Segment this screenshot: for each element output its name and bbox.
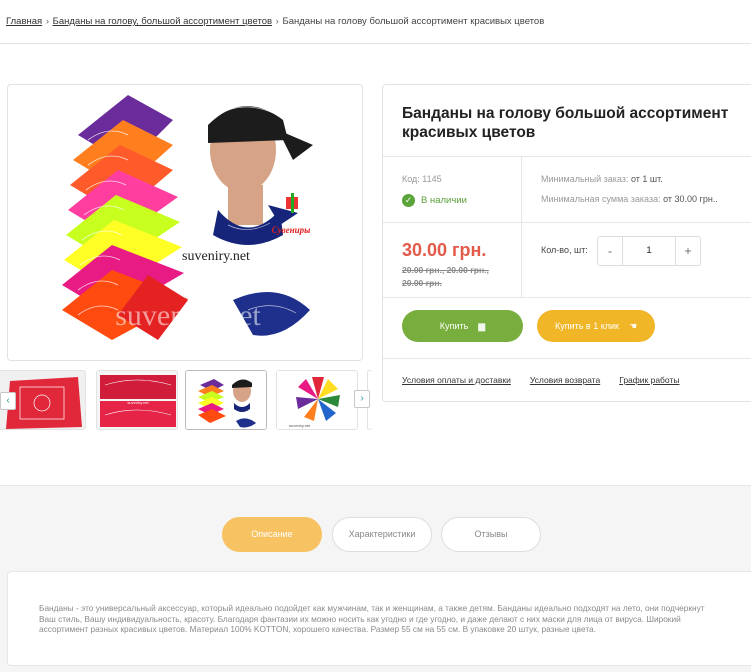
breadcrumb: Главная › Банданы на голову, большой асс…: [6, 16, 544, 27]
quantity-decrease-button[interactable]: -: [598, 237, 622, 265]
svg-text:suveniry.net: suveniry.net: [289, 423, 311, 428]
quantity-label: Кол-во, шт:: [541, 245, 588, 255]
tab-reviews[interactable]: Отзывы: [441, 517, 541, 552]
divider: [383, 156, 751, 157]
description-text: Банданы - это универсальный аксессуар, к…: [39, 603, 705, 634]
breadcrumb-current: Банданы на голову большой ассортимент кр…: [282, 16, 545, 27]
min-order: Минимальный заказ: от 1 шт.: [541, 174, 663, 184]
thumbnail-strip: suveniry.net suveniry.net ‹ ›: [0, 368, 372, 434]
min-sum-value: от 30.00 грн..: [663, 194, 718, 204]
gallery-prev-button[interactable]: ‹: [0, 392, 16, 410]
returns-link[interactable]: Условия возврата: [530, 375, 600, 385]
description-panel: Банданы - это универсальный аксессуар, к…: [7, 571, 751, 666]
buy-button-label: Купить: [439, 321, 469, 331]
product-price: 30.00 грн.: [402, 240, 487, 260]
old-prices: 20.00 грн., 20.00 грн., 20.00 грн.: [402, 265, 489, 288]
product-main-photo[interactable]: Сувениры suveniry.net suveniry.net: [48, 85, 318, 360]
divider: [521, 157, 522, 297]
check-icon: ✓: [402, 194, 415, 207]
info-links: Условия оплаты и доставки Условия возвра…: [402, 375, 679, 385]
breadcrumb-separator: ›: [45, 16, 49, 27]
schedule-link[interactable]: График работы: [619, 375, 679, 385]
buy-one-click-button[interactable]: Купить в 1 клик ☚: [537, 310, 655, 342]
svg-text:Сувениры: Сувениры: [272, 225, 311, 235]
divider: [383, 358, 751, 359]
cart-icon: ▆: [478, 320, 486, 331]
stock-status: ✓ В наличии: [402, 194, 467, 207]
stock-label: В наличии: [421, 195, 467, 206]
quantity-input[interactable]: 1: [622, 237, 676, 265]
svg-text:suveniry.net: suveniry.net: [115, 299, 261, 332]
svg-text:suveniry.net: suveniry.net: [127, 400, 149, 405]
buy-button[interactable]: Купить ▆: [402, 310, 523, 342]
min-order-label: Минимальный заказ:: [541, 174, 629, 184]
thumbnail-2-image: suveniry.net: [97, 371, 177, 429]
product-title: Банданы на голову большой ассортимент кр…: [402, 105, 729, 141]
payment-delivery-link[interactable]: Условия оплаты и доставки: [402, 375, 511, 385]
thumbnail-3-image: [186, 371, 266, 429]
breadcrumb-category-link[interactable]: Банданы на голову, большой ассортимент ц…: [53, 16, 272, 27]
breadcrumb-home-link[interactable]: Главная: [6, 16, 42, 27]
thumbnail-3[interactable]: [185, 370, 267, 430]
min-order-value: от 1 шт.: [630, 174, 663, 184]
buy-one-click-label: Купить в 1 клик: [554, 321, 619, 331]
breadcrumb-separator: ›: [275, 16, 279, 27]
product-info-panel: Банданы на голову большой ассортимент кр…: [382, 84, 751, 402]
header-divider: [0, 43, 751, 44]
tab-description[interactable]: Описание: [222, 517, 322, 552]
tab-specifications[interactable]: Характеристики: [332, 517, 432, 552]
min-sum: Минимальная сумма заказа: от 30.00 грн..: [541, 194, 718, 204]
product-gallery: Сувениры suveniry.net suveniry.net: [7, 84, 363, 361]
min-sum-label: Минимальная сумма заказа:: [541, 194, 661, 204]
gallery-next-button[interactable]: ›: [354, 390, 370, 408]
quantity-stepper: - 1 +: [597, 236, 701, 266]
product-code: Код: 1145: [402, 174, 442, 184]
quantity-increase-button[interactable]: +: [676, 237, 700, 265]
thumbnail-4[interactable]: suveniry.net: [276, 370, 358, 430]
divider: [383, 297, 751, 298]
pointer-icon: ☚: [628, 320, 638, 331]
thumbnail-2[interactable]: suveniry.net: [96, 370, 178, 430]
svg-text:suveniry.net: suveniry.net: [182, 249, 250, 264]
divider: [383, 222, 751, 223]
thumbnail-4-image: suveniry.net: [277, 371, 357, 429]
